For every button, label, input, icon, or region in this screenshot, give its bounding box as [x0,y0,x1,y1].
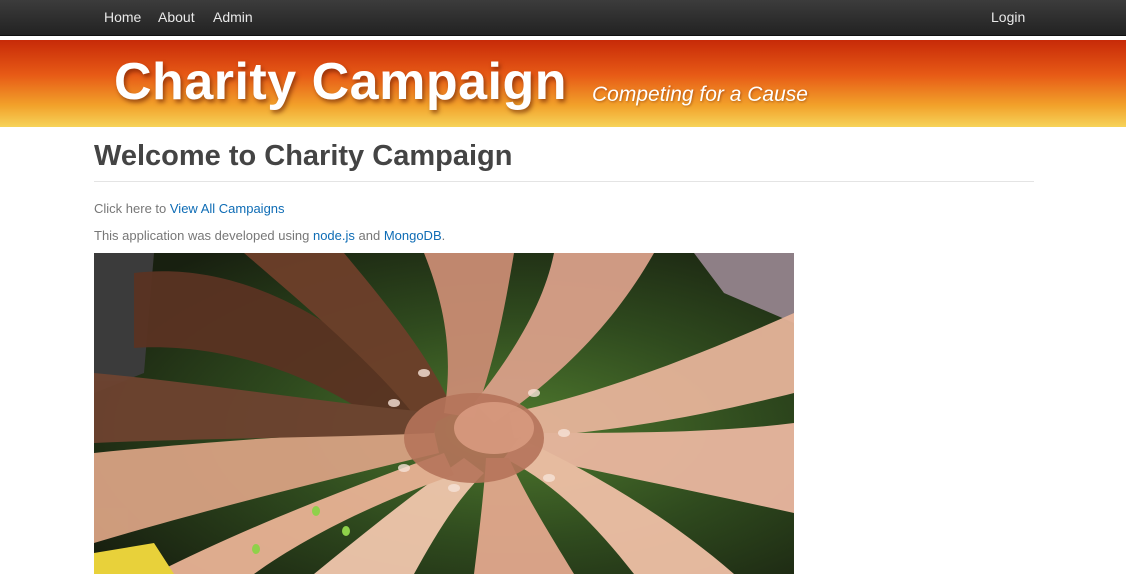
tech-credits-and: and [354,228,384,243]
nodejs-link[interactable]: node.js [313,228,355,243]
hands-together-photo-icon [94,253,794,574]
site-tagline: Competing for a Cause [592,83,808,106]
page-title: Welcome to Charity Campaign [94,140,513,172]
nav-admin-link[interactable]: Admin [213,9,253,25]
nav-about-link[interactable]: About [158,9,195,25]
heading-divider [94,181,1034,182]
hero-image [94,253,794,574]
view-all-campaigns-link[interactable]: View All Campaigns [170,201,285,216]
site-title: Charity Campaign [114,53,567,111]
header-banner: Charity Campaign Competing for a Cause [0,40,1126,127]
tech-credits-suffix: . [441,228,446,243]
nav-login-link[interactable]: Login [991,9,1025,25]
mongodb-link[interactable]: MongoDB [384,228,442,243]
top-navbar: Home About Admin Login [0,0,1126,36]
tech-credits-prefix: This application was developed using [94,228,313,243]
tech-credits-line: This application was developed using nod… [94,228,445,243]
nav-home-link[interactable]: Home [104,9,141,25]
view-campaigns-prefix: Click here to [94,201,170,216]
view-campaigns-line: Click here to View All Campaigns [94,201,285,216]
